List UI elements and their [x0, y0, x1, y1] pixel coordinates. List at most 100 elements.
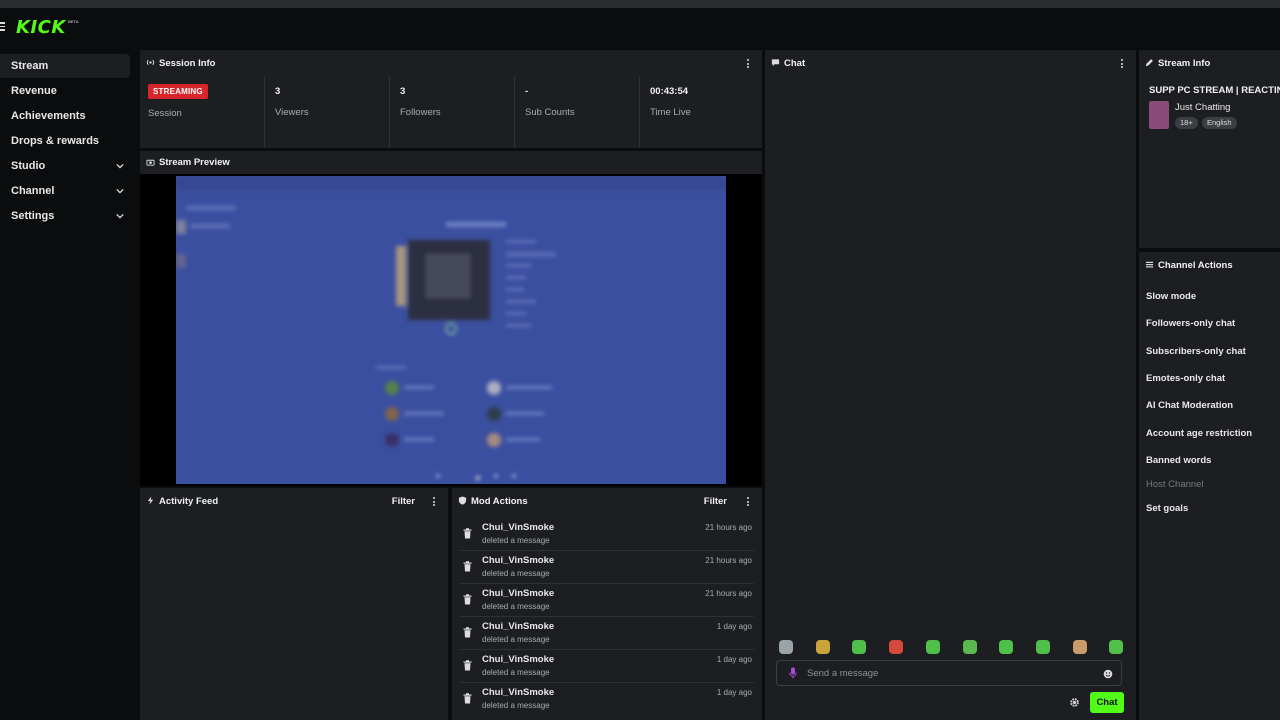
- sidebar-item-label: Achievements: [11, 110, 86, 122]
- emote-icon[interactable]: [1036, 640, 1050, 654]
- microphone-icon[interactable]: [789, 667, 797, 679]
- sidebar-item-studio[interactable]: Studio: [0, 154, 130, 178]
- mod-action-row[interactable]: Chui_VinSmoke deleted a message 1 day ag…: [452, 650, 762, 683]
- chat-message-input[interactable]: [807, 666, 1087, 680]
- session-label: Session: [148, 108, 182, 119]
- category-thumbnail[interactable]: [1149, 101, 1169, 129]
- chat-panel: Chat: [765, 50, 1136, 720]
- mod-user[interactable]: Chui_VinSmoke: [482, 621, 554, 632]
- mod-action-row[interactable]: Chui_VinSmoke deleted a message 21 hours…: [452, 551, 762, 584]
- host-channel-action: Host Channel: [1146, 479, 1204, 490]
- send-chat-button[interactable]: Chat: [1090, 692, 1124, 713]
- mod-action-time: 21 hours ago: [705, 589, 752, 598]
- stat-followers: 3 Followers: [389, 76, 514, 148]
- panel-header: Mod Actions Filter: [452, 488, 762, 514]
- mod-action-row[interactable]: Chui_VinSmoke deleted a message 21 hours…: [452, 584, 762, 617]
- panel-title: Stream Preview: [159, 157, 230, 168]
- sidebar-item-achievements[interactable]: Achievements: [0, 104, 130, 128]
- mod-action-row[interactable]: Chui_VinSmoke deleted a message 21 hours…: [452, 518, 762, 551]
- mod-action-time: 1 day ago: [716, 622, 752, 631]
- chevron-down-icon: [116, 188, 124, 194]
- sidebar-item-label: Revenue: [11, 85, 57, 97]
- mod-filter-button[interactable]: Filter: [704, 496, 727, 507]
- panel-header: Chat: [765, 50, 1136, 76]
- sidebar-item-settings[interactable]: Settings: [0, 204, 130, 228]
- stream-preview-header: Stream Preview: [140, 151, 762, 174]
- more-options-icon[interactable]: [747, 59, 750, 68]
- more-options-icon[interactable]: [1121, 59, 1124, 68]
- more-options-icon[interactable]: [433, 497, 436, 506]
- kick-logo[interactable]: KICK: [16, 17, 66, 38]
- slow-mode-action[interactable]: Slow mode: [1146, 291, 1196, 302]
- broadcast-icon: [146, 59, 155, 66]
- emote-icon[interactable]: [816, 640, 830, 654]
- stat-value: -: [525, 86, 529, 97]
- mod-action-time: 21 hours ago: [705, 523, 752, 532]
- emoji-icon[interactable]: [1103, 669, 1113, 679]
- emote-icon[interactable]: [889, 640, 903, 654]
- stat-label: Viewers: [275, 107, 309, 118]
- stream-title: SUPP PC STREAM | REACTING: [1149, 85, 1280, 96]
- panel-title: Chat: [784, 58, 806, 69]
- trash-icon: [463, 627, 472, 638]
- activity-filter-button[interactable]: Filter: [392, 496, 415, 507]
- chat-settings-gear-icon[interactable]: [1069, 697, 1080, 708]
- sidebar-item-channel[interactable]: Channel: [0, 179, 130, 203]
- stream-preview-player[interactable]: [140, 174, 762, 486]
- emote-icon[interactable]: [852, 640, 866, 654]
- account-age-restriction-action[interactable]: Account age restriction: [1146, 428, 1252, 439]
- subscribers-only-chat-action[interactable]: Subscribers-only chat: [1146, 346, 1246, 357]
- ai-chat-moderation-action[interactable]: AI Chat Moderation: [1146, 400, 1233, 411]
- mod-action-row[interactable]: Chui_VinSmoke deleted a message 1 day ag…: [452, 683, 762, 716]
- mod-user[interactable]: Chui_VinSmoke: [482, 555, 554, 566]
- mod-action-text: deleted a message: [482, 569, 550, 578]
- tag-language: English: [1202, 117, 1237, 129]
- mod-action-row[interactable]: Chui_VinSmoke deleted a message 1 day ag…: [452, 617, 762, 650]
- stat-time-live: 00:43:54 Time Live: [639, 76, 762, 148]
- emote-icon[interactable]: [926, 640, 940, 654]
- mod-action-time: 21 hours ago: [705, 556, 752, 565]
- followers-only-chat-action[interactable]: Followers-only chat: [1146, 318, 1235, 329]
- emotes-only-chat-action[interactable]: Emotes-only chat: [1146, 373, 1225, 384]
- session-info-panel: Session Info STREAMING Session 3 Viewers…: [140, 50, 762, 148]
- mod-action-text: deleted a message: [482, 635, 550, 644]
- emote-icon[interactable]: [1109, 640, 1123, 654]
- set-goals-action[interactable]: Set goals: [1146, 503, 1188, 514]
- emote-icon[interactable]: [963, 640, 977, 654]
- stat-label: Time Live: [650, 107, 691, 118]
- sidebar-item-stream[interactable]: Stream: [0, 54, 130, 78]
- lightning-icon: [147, 496, 154, 505]
- trash-icon: [463, 660, 472, 671]
- panel-header: Channel Actions: [1139, 252, 1280, 278]
- emote-icon[interactable]: [999, 640, 1013, 654]
- channel-actions-panel: Channel Actions Slow mode Followers-only…: [1139, 252, 1280, 720]
- mod-user[interactable]: Chui_VinSmoke: [482, 687, 554, 698]
- stream-category[interactable]: Just Chatting: [1175, 102, 1230, 113]
- chevron-down-icon: [116, 213, 124, 219]
- chat-input-box[interactable]: [776, 660, 1122, 686]
- mod-user[interactable]: Chui_VinSmoke: [482, 588, 554, 599]
- emote-icon[interactable]: [779, 640, 793, 654]
- chat-bubble-icon: [771, 59, 780, 67]
- menu-icon[interactable]: [0, 22, 5, 32]
- trash-icon: [463, 528, 472, 539]
- mod-user[interactable]: Chui_VinSmoke: [482, 654, 554, 665]
- camera-icon: [146, 159, 155, 166]
- panel-header: Stream Info: [1139, 50, 1280, 76]
- sidebar-item-label: Settings: [11, 210, 55, 222]
- menu-list-icon: [1145, 261, 1154, 268]
- shield-icon: [458, 496, 467, 505]
- more-options-icon[interactable]: [747, 497, 750, 506]
- banned-words-action[interactable]: Banned words: [1146, 455, 1211, 466]
- blurred-stream-content: [176, 176, 726, 480]
- stat-label: Followers: [400, 107, 441, 118]
- panel-header: Session Info: [140, 50, 762, 76]
- sidebar: Stream Revenue Achievements Drops & rewa…: [0, 46, 135, 720]
- sidebar-item-revenue[interactable]: Revenue: [0, 79, 130, 103]
- emote-icon[interactable]: [1073, 640, 1087, 654]
- stream-preview-video[interactable]: [176, 176, 726, 484]
- top-bar: KICK BETA: [0, 8, 1280, 46]
- mod-user[interactable]: Chui_VinSmoke: [482, 522, 554, 533]
- sidebar-item-drops-rewards[interactable]: Drops & rewards: [0, 129, 130, 153]
- sidebar-item-label: Stream: [11, 60, 49, 72]
